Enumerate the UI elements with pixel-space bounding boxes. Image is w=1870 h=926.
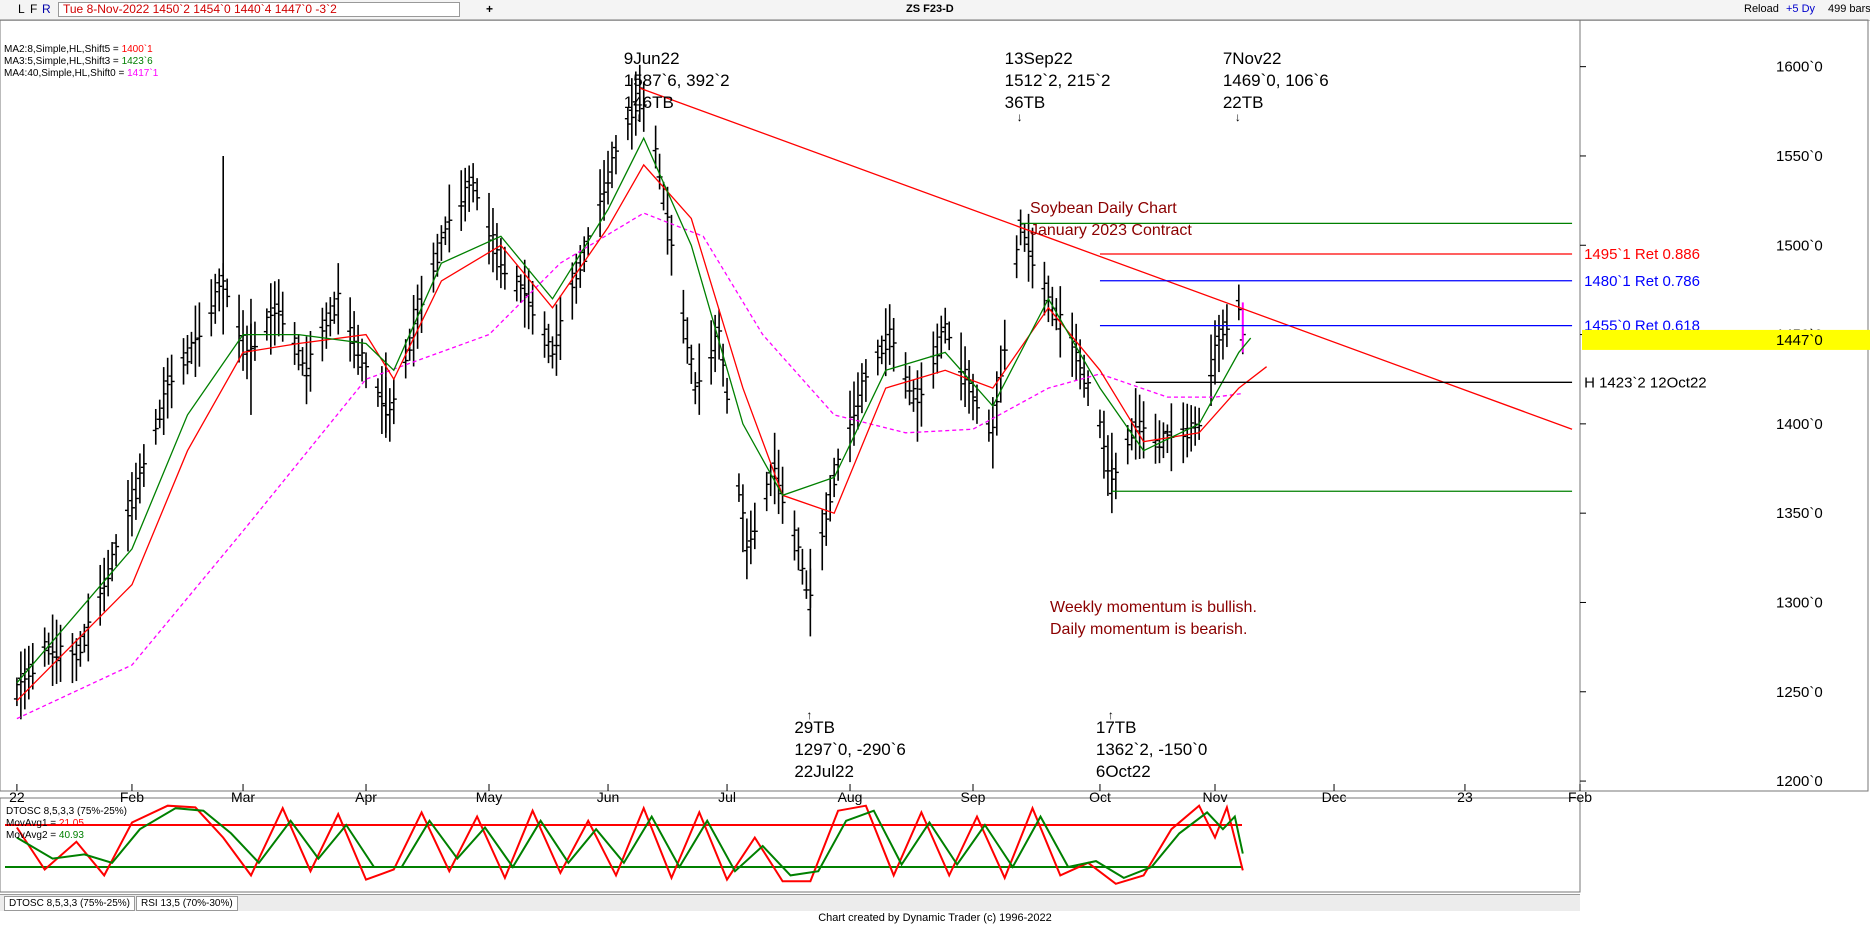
x-tick-label: Mar	[231, 789, 255, 805]
downtrend-line	[639, 87, 1573, 430]
mav2-value: 40.93	[58, 830, 84, 841]
mav2-legend: MovAvg2 = 40.93	[6, 830, 127, 842]
y-tick-label: 1350`0	[1776, 505, 1823, 522]
ma-40-line	[16, 212, 1243, 720]
retracement-label: 1480`1 Ret 0.786	[1584, 273, 1700, 290]
pivot-label: 22Jul22	[794, 762, 854, 781]
x-tick-label: 22	[9, 789, 25, 805]
chart-subtitle: January 2023 Contract	[1030, 222, 1192, 239]
y-tick-label: 1550`0	[1776, 148, 1823, 165]
mav1-legend: MovAvg1 = 21.05	[6, 818, 127, 830]
x-tick-label: Aug	[838, 789, 863, 805]
pivot-label: 13Sep22	[1005, 49, 1073, 68]
price-pane-frame	[0, 19, 1869, 792]
x-tick-label: Oct	[1089, 789, 1111, 805]
pivot-label: 1512`2, 215`2	[1005, 71, 1111, 90]
mav2-label: MovAvg2 =	[6, 830, 59, 841]
y-tick-label: 1600`0	[1776, 59, 1823, 76]
pivot-label: 22TB	[1223, 93, 1264, 112]
osc-title: DTOSC 8,5,3,3 (75%-25%)	[6, 806, 127, 817]
copyright-footer: Chart created by Dynamic Trader (c) 1996…	[818, 912, 1052, 924]
pivot-label: 6Oct22	[1096, 762, 1151, 781]
pivot-label: 17TB	[1096, 718, 1137, 737]
pivot-arrow: ↓	[1235, 110, 1241, 124]
osc-fast-line	[16, 804, 1244, 885]
retracement-label: 1495`1 Ret 0.886	[1584, 246, 1700, 263]
x-tick-label: Feb	[120, 789, 144, 805]
y-tick-label: 1250`0	[1776, 684, 1823, 701]
pivot-label: 1297`0, -290`6	[794, 740, 906, 759]
y-tick-label: 1200`0	[1776, 773, 1823, 790]
pivot-label: 146TB	[624, 93, 674, 112]
x-tick-label: May	[476, 789, 502, 805]
retracement-label: H 1423`2 12Oct22	[1584, 374, 1707, 391]
tab-dtosc[interactable]: DTOSC 8,5,3,3 (75%-25%)	[4, 896, 135, 911]
oscillator-legend: DTOSC 8,5,3,3 (75%-25%) MovAvg1 = 21.05 …	[6, 806, 127, 842]
momentum-note-weekly: Weekly momentum is bullish.	[1050, 599, 1257, 616]
pivot-label: 36TB	[1005, 93, 1046, 112]
x-tick-label: Sep	[961, 789, 986, 805]
x-tick-label: Nov	[1203, 789, 1228, 805]
x-tick-label: 23	[1457, 789, 1473, 805]
mav1-value: 21.05	[58, 818, 84, 829]
last-price-label: 1447`0	[1776, 332, 1823, 349]
dynamic-trader-window: L F R Tue 8-Nov-2022 1450`2 1454`0 1440`…	[0, 0, 1870, 926]
mav1-label: MovAvg1 =	[6, 818, 59, 829]
x-tick-label: Jun	[597, 789, 620, 805]
pivot-label: 1362`2, -150`0	[1096, 740, 1208, 759]
x-tick-label: Apr	[355, 789, 377, 805]
pivot-label: 1587`6, 392`2	[624, 71, 730, 90]
pivot-label: 9Jun22	[624, 49, 680, 68]
pivot-arrow: ↓	[1017, 110, 1023, 124]
pivot-arrow: ↓	[636, 110, 642, 124]
price-chart[interactable]: 1600`01550`01500`01450`01400`01350`01300…	[0, 0, 1870, 926]
y-tick-label: 1500`0	[1776, 237, 1823, 254]
momentum-note-daily: Daily momentum is bearish.	[1050, 621, 1247, 638]
last-price-marker	[1582, 329, 1870, 350]
tab-rsi[interactable]: RSI 13,5 (70%-30%)	[136, 896, 238, 911]
x-tick-label: Dec	[1322, 789, 1347, 805]
pivot-label: 7Nov22	[1223, 49, 1282, 68]
pivot-label: 1469`0, 106`6	[1223, 71, 1329, 90]
y-tick-label: 1400`0	[1776, 416, 1823, 433]
y-tick-label: 1300`0	[1776, 594, 1823, 611]
indicator-tabs: DTOSC 8,5,3,3 (75%-25%) RSI 13,5 (70%-30…	[0, 894, 1580, 911]
pivot-label: 29TB	[794, 718, 835, 737]
x-tick-label: Feb	[1568, 789, 1592, 805]
chart-title: Soybean Daily Chart	[1030, 200, 1177, 217]
oscillator-pane-frame	[0, 797, 1581, 893]
x-tick-label: Jul	[718, 789, 736, 805]
